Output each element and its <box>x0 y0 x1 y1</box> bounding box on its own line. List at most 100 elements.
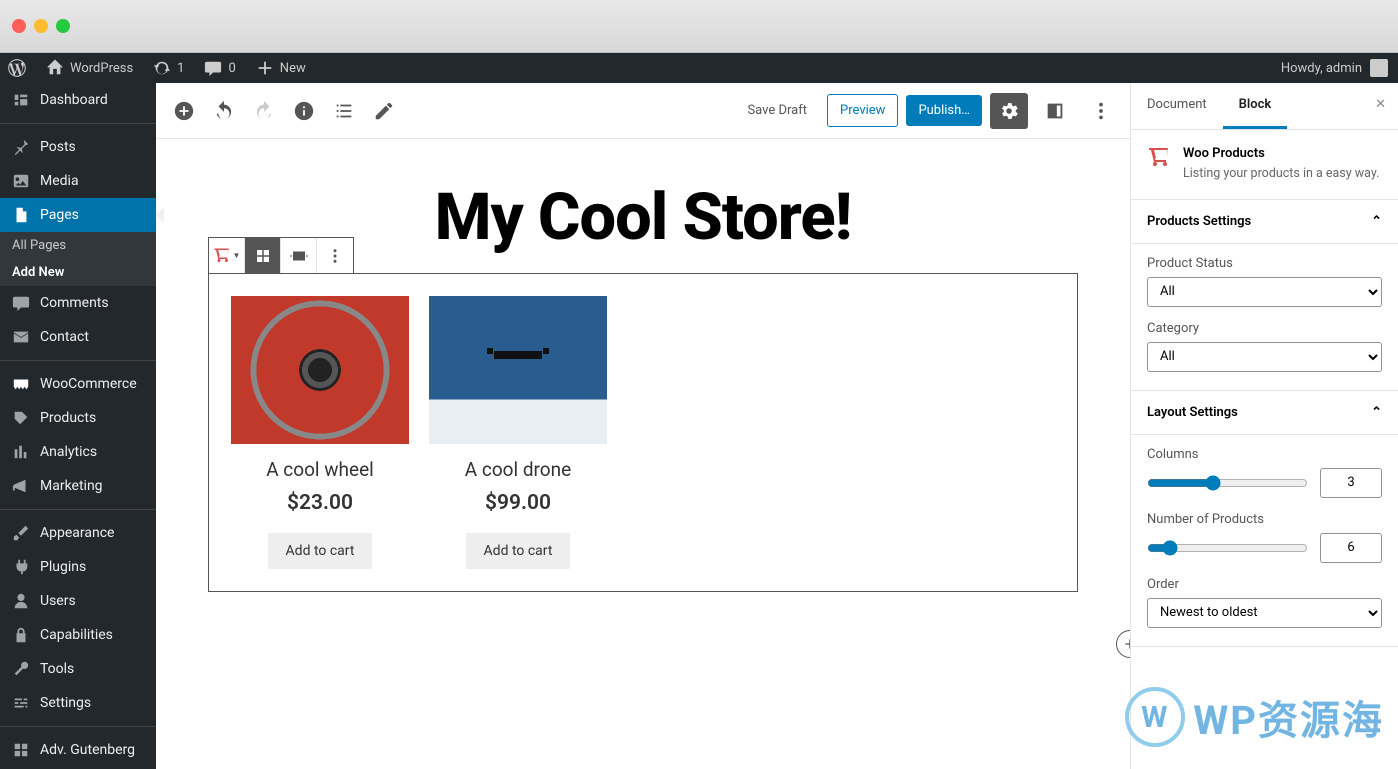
menu-label: Settings <box>40 695 91 711</box>
woo-products-block[interactable]: ▼ A cool wheel $23.00 Add to cart <box>208 273 1078 592</box>
outline-button[interactable] <box>326 93 362 129</box>
redo-button[interactable] <box>246 93 282 129</box>
undo-button[interactable] <box>206 93 242 129</box>
add-block-inline-button[interactable] <box>1116 630 1130 658</box>
howdy-text[interactable]: Howdy, admin <box>1281 61 1362 76</box>
block-title: Woo Products <box>1183 146 1379 161</box>
wp-logo-menu[interactable] <box>0 53 34 83</box>
new-label: New <box>280 61 306 76</box>
menu-posts[interactable]: Posts <box>0 130 156 164</box>
product-image <box>429 296 607 444</box>
menu-woocommerce[interactable]: WooCommerce <box>0 367 156 401</box>
comments-count: 0 <box>228 61 235 76</box>
redo-icon <box>253 100 275 122</box>
comment-icon <box>12 294 30 312</box>
menu-label: Marketing <box>40 478 103 494</box>
window-titlebar <box>0 0 1398 53</box>
cart-icon <box>1147 146 1171 170</box>
menu-label: Media <box>40 173 79 189</box>
submenu-all-pages[interactable]: All Pages <box>0 232 156 259</box>
menu-contact[interactable]: Contact <box>0 320 156 354</box>
product-price: $99.00 <box>429 491 607 515</box>
more-options[interactable] <box>1082 93 1120 129</box>
menu-capabilities[interactable]: Capabilities <box>0 618 156 652</box>
product-status-select[interactable]: All <box>1147 277 1382 307</box>
slider-icon <box>290 247 308 265</box>
menu-users[interactable]: Users <box>0 584 156 618</box>
columns-label: Columns <box>1147 447 1382 462</box>
num-products-slider[interactable] <box>1147 540 1308 556</box>
chevron-up-icon: ⌃ <box>1371 214 1382 229</box>
plus-icon <box>1122 636 1130 652</box>
menu-pages[interactable]: Pages <box>0 198 156 232</box>
publish-button[interactable]: Publish… <box>906 95 982 126</box>
grid-view-button[interactable] <box>245 238 281 273</box>
submenu-add-new[interactable]: Add New <box>0 259 156 286</box>
sliders-icon <box>12 694 30 712</box>
media-icon <box>12 172 30 190</box>
category-select[interactable]: All <box>1147 342 1382 372</box>
menu-comments[interactable]: Comments <box>0 286 156 320</box>
wp-admin-bar: WordPress 1 0 New Howdy, admin <box>0 53 1398 83</box>
product-card: A cool wheel $23.00 Add to cart <box>231 296 409 569</box>
close-inspector-button[interactable]: ✕ <box>1363 83 1398 129</box>
add-to-cart-button[interactable]: Add to cart <box>466 533 571 569</box>
block-editor: Save Draft Preview Publish… My Cool Stor… <box>156 83 1130 769</box>
settings-toggle[interactable] <box>990 93 1028 129</box>
pin-icon <box>12 138 30 156</box>
menu-tools[interactable]: Tools <box>0 652 156 686</box>
order-select[interactable]: Newest to oldest <box>1147 598 1382 628</box>
traffic-lights <box>12 19 70 33</box>
num-products-label: Number of Products <box>1147 512 1382 527</box>
menu-products[interactable]: Products <box>0 401 156 435</box>
menu-adv-gutenberg[interactable]: Adv. Gutenberg <box>0 733 156 767</box>
kebab-icon <box>326 247 344 265</box>
add-to-cart-button[interactable]: Add to cart <box>268 533 373 569</box>
add-block-button[interactable] <box>166 93 202 129</box>
new-content-link[interactable]: New <box>248 53 314 83</box>
editor-canvas[interactable]: My Cool Store! ▼ A cool wheel $23.00 <box>156 139 1130 769</box>
edit-mode-button[interactable] <box>366 93 402 129</box>
admin-sidebar: Dashboard Posts Media Pages All Pages Ad… <box>0 83 156 769</box>
info-icon <box>293 100 315 122</box>
menu-marketing[interactable]: Marketing <box>0 469 156 503</box>
site-link[interactable]: WordPress <box>38 53 141 83</box>
block-description: Woo Products Listing your products in a … <box>1131 130 1398 200</box>
menu-label: Contact <box>40 329 89 345</box>
lock-icon <box>12 626 30 644</box>
close-window-button[interactable] <box>12 19 26 33</box>
pencil-icon <box>373 100 395 122</box>
product-image <box>231 296 409 444</box>
menu-plugins[interactable]: Plugins <box>0 550 156 584</box>
updates-link[interactable]: 1 <box>145 53 192 83</box>
user-avatar[interactable] <box>1370 59 1388 77</box>
inspector-tabs: Document Block ✕ <box>1131 83 1398 130</box>
block-type-selector[interactable]: ▼ <box>209 238 245 273</box>
menu-label: Plugins <box>40 559 86 575</box>
fullscreen-window-button[interactable] <box>56 19 70 33</box>
columns-input[interactable] <box>1320 468 1382 498</box>
minimize-window-button[interactable] <box>34 19 48 33</box>
block-icon <box>12 741 30 759</box>
menu-settings[interactable]: Settings <box>0 686 156 720</box>
num-products-input[interactable] <box>1320 533 1382 563</box>
menu-label: Products <box>40 410 96 426</box>
menu-dashboard[interactable]: Dashboard <box>0 83 156 117</box>
slider-view-button[interactable] <box>281 238 317 273</box>
category-label: Category <box>1147 321 1382 336</box>
menu-appearance[interactable]: Appearance <box>0 516 156 550</box>
preview-button[interactable]: Preview <box>827 94 898 127</box>
save-draft-button[interactable]: Save Draft <box>735 95 819 126</box>
menu-analytics[interactable]: Analytics <box>0 435 156 469</box>
tab-block[interactable]: Block <box>1223 83 1288 129</box>
block-more-button[interactable] <box>317 238 353 273</box>
panel-products-settings[interactable]: Products Settings ⌃ <box>1131 200 1398 244</box>
info-button[interactable] <box>286 93 322 129</box>
comments-link[interactable]: 0 <box>196 53 243 83</box>
menu-media[interactable]: Media <box>0 164 156 198</box>
jetpack-toggle[interactable] <box>1036 93 1074 129</box>
block-desc-text: Listing your products in a easy way. <box>1183 165 1379 183</box>
columns-slider[interactable] <box>1147 475 1308 491</box>
tab-document[interactable]: Document <box>1131 83 1223 129</box>
panel-layout-settings[interactable]: Layout Settings ⌃ <box>1131 391 1398 435</box>
